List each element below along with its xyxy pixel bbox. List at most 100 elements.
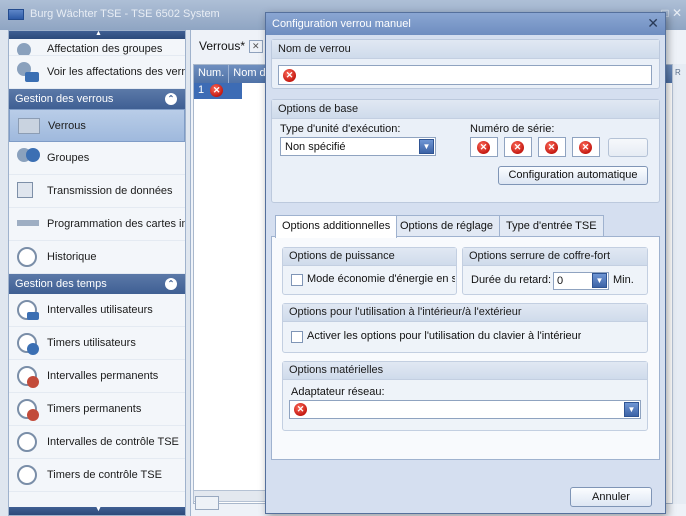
sidebar-section-locks[interactable]: Gestion des verrous ⌃ [9,89,185,109]
tab-label: Verrous* [199,39,246,53]
sidebar-item-label: Intervalles permanents [47,370,159,382]
error-icon: ✕ [511,141,524,154]
chevron-down-icon[interactable]: ▼ [592,273,607,288]
card-icon [15,212,41,236]
tab-options-reglage[interactable]: Options de réglage [393,215,500,237]
delay-value: 0 [557,275,564,287]
sidebar-item-transmission[interactable]: Transmission de données [9,175,185,208]
grid-right-edge: R [672,64,686,504]
sidebar-item-label: Voir les affectations des verro [47,66,185,78]
serial-field-1[interactable]: ✕ [470,137,498,157]
network-adapter-select[interactable]: ✕ ▼ [289,400,641,419]
sidebar-section-time[interactable]: Gestion des temps ⌃ [9,274,185,294]
serial-field-4[interactable]: ✕ [572,137,600,157]
close-icon[interactable]: ✕ [647,15,659,32]
lock-name-input[interactable]: ✕ [278,65,652,85]
chevron-up-icon: ▲ [95,30,102,37]
clock-icon [15,430,41,454]
network-adapter-label: Adaptateur réseau: [291,386,385,398]
serial-label: Numéro de série: [470,123,555,135]
group-icon [15,146,41,170]
tab-panel: Options de puissance Mode économie d'éne… [271,236,660,460]
sidebar: ▲ Affectation des groupes Voir les affec… [8,30,186,516]
cell-num: 1 [198,84,205,96]
group-heading: Options de puissance [283,248,456,266]
serial-field-3[interactable]: ✕ [538,137,566,157]
sidebar-item-label: Verrous [48,119,86,132]
close-icon[interactable]: ✕ [249,39,263,53]
eco-mode-label: Mode économie d'énergie en s [307,273,455,285]
tab-type-entree-tse[interactable]: Type d'entrée TSE [499,215,604,237]
sidebar-item-label: Transmission de données [47,185,173,197]
timer-icon [15,463,41,487]
sidebar-item-timers-permanents[interactable]: Timers permanents [9,393,185,426]
section-title: Gestion des temps [15,278,107,290]
sidebar-item-programmation-cartes[interactable]: Programmation des cartes in [9,208,185,241]
sidebar-scroll-up[interactable]: ▲ [9,31,185,39]
sidebar-item-affectation-groupes[interactable]: Affectation des groupes [9,39,185,56]
error-icon: ✕ [477,141,490,154]
sidebar-item-timers-utilisateurs[interactable]: Timers utilisateurs [9,327,185,360]
grid-nav-button[interactable] [195,496,219,510]
serial-field-2[interactable]: ✕ [504,137,532,157]
timer-icon [15,397,41,421]
power-options-group: Options de puissance Mode économie d'éne… [282,247,457,295]
sidebar-item-label: Timers utilisateurs [47,337,136,349]
lock-name-group: Nom de verrou ✕ [271,39,660,89]
indoor-keypad-checkbox[interactable] [291,331,303,343]
sidebar-item-label: Affectation des groupes [47,43,163,55]
timer-icon [15,331,41,355]
tab-options-additionnelles[interactable]: Options additionnelles [275,215,398,238]
delay-input[interactable]: 0 ▼ [553,272,609,290]
exec-unit-value: Non spécifié [285,141,346,153]
users-icon [15,60,41,84]
hardware-options-group: Options matérielles Adaptateur réseau: ✕… [282,361,648,431]
dialog-title: Configuration verrou manuel [272,18,411,30]
chevron-up-icon[interactable]: ⌃ [165,93,177,105]
indoor-outdoor-group: Options pour l'utilisation à l'intérieur… [282,303,648,353]
group-heading: Options pour l'utilisation à l'intérieur… [283,304,647,322]
error-icon: ✕ [579,141,592,154]
group-heading: Options serrure de coffre-fort [463,248,647,266]
tab-verrous[interactable]: Verrous* ✕ [193,36,269,56]
lock-icon [16,114,42,138]
sidebar-item-intervalles-controle-tse[interactable]: Intervalles de contrôle TSE [9,426,185,459]
sidebar-item-historique[interactable]: Historique [9,241,185,274]
sidebar-item-label: Historique [47,251,97,263]
group-heading: Nom de verrou [272,40,659,59]
chevron-down-icon: ▼ [95,506,102,513]
app-logo-icon [8,9,24,20]
sidebar-scroll-down[interactable]: ▼ [9,506,185,515]
chevron-up-icon[interactable]: ⌃ [165,278,177,290]
group-heading: Options matérielles [283,362,647,380]
clock-icon [15,364,41,388]
transmission-icon [15,179,41,203]
error-icon: ✕ [294,403,307,416]
table-row[interactable]: 1 ✕ [194,83,242,99]
sidebar-item-timers-controle-tse[interactable]: Timers de contrôle TSE [9,459,185,492]
error-icon: ✕ [208,83,224,99]
error-icon: ✕ [545,141,558,154]
sidebar-item-verrous[interactable]: Verrous [9,109,185,142]
sidebar-item-intervalles-utilisateurs[interactable]: Intervalles utilisateurs [9,294,185,327]
exec-unit-select[interactable]: Non spécifié ▼ [280,137,436,156]
sidebar-item-groupes[interactable]: Groupes [9,142,185,175]
safe-options-group: Options serrure de coffre-fort Durée du … [462,247,648,295]
cancel-button[interactable]: Annuler [570,487,652,507]
chevron-down-icon[interactable]: ▼ [624,402,639,417]
auto-config-button[interactable]: Configuration automatique [498,166,648,185]
sidebar-item-label: Timers de contrôle TSE [47,469,162,481]
eco-mode-checkbox[interactable] [291,274,303,286]
delay-label: Durée du retard: [471,274,552,286]
column-header-num[interactable]: Num. [194,65,230,83]
dialog-titlebar[interactable]: Configuration verrou manuel ✕ [266,13,665,35]
lock-config-dialog: Configuration verrou manuel ✕ Nom de ver… [265,12,666,514]
error-icon: ✕ [283,69,296,82]
basic-options-group: Options de base Type d'unité d'exécution… [271,99,660,203]
sidebar-item-voir-affectations[interactable]: Voir les affectations des verro [9,56,185,89]
app-title: Burg Wächter TSE - TSE 6502 System [30,8,220,20]
serial-action-button[interactable] [608,138,648,157]
chevron-down-icon[interactable]: ▼ [419,139,434,154]
sidebar-item-label: Intervalles utilisateurs [47,304,153,316]
sidebar-item-intervalles-permanents[interactable]: Intervalles permanents [9,360,185,393]
